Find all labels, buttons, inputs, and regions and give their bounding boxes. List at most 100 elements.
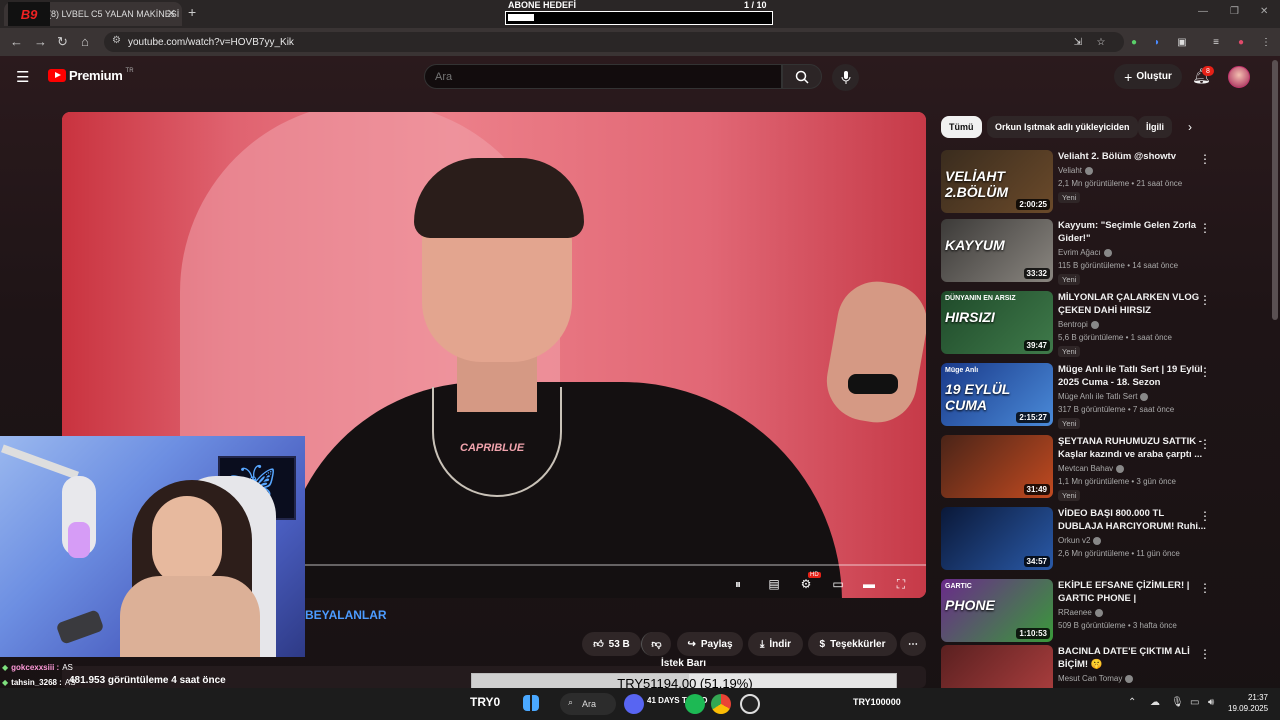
subtitles-icon[interactable]: ▤ — [764, 576, 784, 592]
video-title[interactable]: Veliaht 2. Bölüm @showtv — [1058, 150, 1208, 163]
tray-chevron-icon[interactable]: ⌃ — [1128, 697, 1136, 708]
close-tab-icon[interactable]: ✕ — [167, 7, 176, 20]
fullscreen-icon[interactable]: ⛶ — [891, 576, 911, 592]
search-input[interactable] — [424, 64, 782, 89]
taskbar-search[interactable]: ⌕ Ara — [560, 693, 616, 715]
extension-green-icon[interactable]: ● — [1126, 34, 1142, 50]
media-control-icon[interactable]: ≡ — [1208, 34, 1224, 50]
video-title[interactable]: EKİPLE EFSANE ÇİZİMLER! | GARTIC PHONE | — [1058, 579, 1208, 605]
youtube-premium-logo[interactable]: Premium TR — [48, 68, 134, 83]
channel-name[interactable]: Mesut Can Tomay — [1058, 674, 1134, 683]
more-vertical-icon[interactable]: ⋮ — [1199, 365, 1211, 379]
miniplayer-icon[interactable]: ▭ — [828, 576, 848, 592]
video-shirt-logo: CAPRIBLUE — [460, 442, 525, 454]
video-thumbnail[interactable]: Müge Anlı 19 EYLÜL CUMA 2:15:27 — [941, 363, 1053, 426]
video-title[interactable]: Kayyum: "Seçimle Gelen Zorla Gider!" — [1058, 219, 1208, 245]
video-title[interactable]: ŞEYTANA RUHUMUZU SATTIK - Kaşlar kazındı… — [1058, 435, 1208, 461]
share-arrow-icon: ↪ — [687, 638, 696, 650]
profile-icon[interactable]: ● — [1233, 34, 1249, 50]
chip-related[interactable]: İlgili — [1138, 116, 1172, 138]
recommended-video[interactable]: DÜNYANIN EN ARSIZ HIRSIZI 39:47 MİLYONLAR Ç… — [941, 291, 1271, 357]
search-button[interactable] — [782, 64, 822, 89]
recommended-video[interactable]: Müge Anlı 19 EYLÜL CUMA 2:15:27 Müge Anlı i… — [941, 363, 1271, 429]
verified-icon — [1090, 320, 1099, 329]
extension-blue-icon[interactable]: ◗ — [1149, 34, 1165, 50]
more-vertical-icon[interactable]: ⋮ — [1199, 509, 1211, 523]
recommended-video[interactable]: 34:57 VİDEO BAŞI 800.000 TL DUBLAJA HARCI… — [941, 507, 1271, 571]
chip-all[interactable]: Tümü — [941, 116, 982, 138]
channel-name-text: Orkun v2 — [1058, 536, 1091, 545]
video-title[interactable]: VİDEO BAŞI 800.000 TL DUBLAJA HARCIYORUM… — [1058, 507, 1208, 533]
video-title[interactable]: Müge Anlı ile Tatlı Sert | 19 Eylül 2025… — [1058, 363, 1208, 389]
more-vertical-icon[interactable]: ⋮ — [1199, 221, 1211, 235]
hamburger-menu-icon[interactable]: ☰ — [16, 68, 29, 86]
autoplay-toggle-icon[interactable]: ⏸︎ — [728, 576, 748, 592]
channel-name[interactable]: RRaenee — [1058, 608, 1103, 617]
video-title[interactable]: BACINLA DATE'E ÇIKTIM ALİ BİÇİM! 🤫 — [1058, 645, 1208, 671]
channel-name[interactable]: Veliaht — [1058, 166, 1094, 175]
settings-gear-icon[interactable]: ⚙ — [796, 576, 816, 592]
recommended-video[interactable]: KAYYUM 33:32 Kayyum: "Seçimle Gelen Zorla … — [941, 219, 1271, 285]
recommended-video[interactable]: GARTIC PHONE 1:10:53 EKİPLE EFSANE ÇİZİMLER… — [941, 579, 1271, 643]
discord-icon[interactable] — [624, 694, 644, 714]
more-actions-button[interactable]: ⋯ — [900, 632, 926, 656]
voice-search-button[interactable] — [832, 64, 859, 91]
mic-arm — [1, 444, 79, 480]
video-thumbnail[interactable]: DÜNYANIN EN ARSIZ HIRSIZI 39:47 — [941, 291, 1053, 354]
site-info-icon[interactable]: ⚙ — [112, 35, 121, 46]
onedrive-icon[interactable]: ☁ — [1150, 697, 1160, 708]
recommended-video[interactable]: VELİAHT 2.BÖLÜM 2:00:25 Veliaht 2. Bölüm @… — [941, 150, 1271, 214]
channel-name[interactable]: Müge Anlı ile Tatlı Sert — [1058, 392, 1149, 401]
chrome-menu-icon[interactable]: ⋮ — [1258, 34, 1274, 50]
video-title[interactable]: MİLYONLAR ÇALARKEN VLOG ÇEKEN DAHİ HIRSI… — [1058, 291, 1208, 317]
channel-name[interactable]: Orkun v2 — [1058, 536, 1102, 545]
like-button[interactable]: 👍︎ 53 B — [582, 632, 641, 656]
windows-start-icon[interactable] — [523, 695, 539, 711]
tray-mic-icon[interactable]: 🎙︎ — [1171, 697, 1184, 708]
taskbar-clock[interactable]: 21:37 19.09.2025 — [1228, 692, 1268, 714]
network-icon[interactable]: ▭ — [1190, 697, 1199, 708]
share-button[interactable]: ↪ Paylaş — [677, 632, 743, 656]
url-field[interactable]: ⚙ youtube.com/watch?v=HOVB7yy_Kik — [104, 32, 1124, 52]
more-vertical-icon[interactable]: ⋮ — [1199, 647, 1211, 661]
thanks-button[interactable]: $ Teşekkürler — [808, 632, 897, 656]
theater-mode-icon[interactable]: ▬ — [859, 576, 879, 592]
obs-icon[interactable] — [740, 694, 760, 714]
chrome-taskbar-icon[interactable] — [711, 694, 731, 714]
spotify-icon[interactable] — [685, 694, 705, 714]
more-vertical-icon[interactable]: ⋮ — [1199, 581, 1211, 595]
page-scrollbar[interactable] — [1272, 60, 1278, 320]
maximize-icon[interactable]: ❐ — [1230, 6, 1239, 17]
more-vertical-icon[interactable]: ⋮ — [1199, 293, 1211, 307]
install-app-icon[interactable]: ⇲ — [1070, 34, 1086, 50]
chevron-right-icon[interactable]: › — [1188, 120, 1192, 134]
create-button[interactable]: + Oluştur — [1114, 64, 1182, 89]
window-close-icon[interactable]: ✕ — [1260, 6, 1268, 17]
video-thumbnail[interactable]: GARTIC PHONE 1:10:53 — [941, 579, 1053, 642]
dislike-button[interactable]: 👎︎ — [641, 632, 671, 656]
account-avatar[interactable] — [1228, 66, 1250, 88]
reload-icon[interactable]: ↻ — [57, 34, 68, 50]
extensions-puzzle-icon[interactable]: ▣ — [1174, 34, 1190, 50]
minimize-icon[interactable]: — — [1198, 6, 1208, 17]
video-thumbnail[interactable]: 34:57 — [941, 507, 1053, 570]
forward-icon[interactable]: → — [34, 34, 47, 49]
download-button[interactable]: ⤓ İndir — [748, 632, 803, 656]
logo-region: TR — [125, 67, 134, 74]
video-thumbnail[interactable]: 31:49 — [941, 435, 1053, 498]
chip-uploader[interactable]: Orkun Işıtmak adlı yükleyiciden — [987, 116, 1138, 138]
browser-tab[interactable]: B9 (8) LVBEL C5 YALAN MAKİNESİ ✕ — [4, 2, 182, 26]
volume-icon[interactable]: 🔊︎ — [1208, 697, 1214, 708]
channel-name[interactable]: Mevtcan Bahav — [1058, 464, 1125, 473]
video-thumbnail[interactable]: VELİAHT 2.BÖLÜM 2:00:25 — [941, 150, 1053, 213]
channel-name[interactable]: Bentropi — [1058, 320, 1099, 329]
back-icon[interactable]: ← — [10, 34, 23, 49]
bookmark-star-icon[interactable]: ☆ — [1093, 34, 1109, 50]
video-thumbnail[interactable]: KAYYUM 33:32 — [941, 219, 1053, 282]
home-icon[interactable]: ⌂ — [81, 34, 89, 49]
recommended-video[interactable]: 31:49 ŞEYTANA RUHUMUZU SATTIK - Kaşlar ka… — [941, 435, 1271, 501]
new-tab-icon[interactable]: + — [188, 4, 196, 20]
more-vertical-icon[interactable]: ⋮ — [1199, 152, 1211, 166]
more-vertical-icon[interactable]: ⋮ — [1199, 437, 1211, 451]
channel-name[interactable]: Evrim Ağacı — [1058, 248, 1112, 257]
